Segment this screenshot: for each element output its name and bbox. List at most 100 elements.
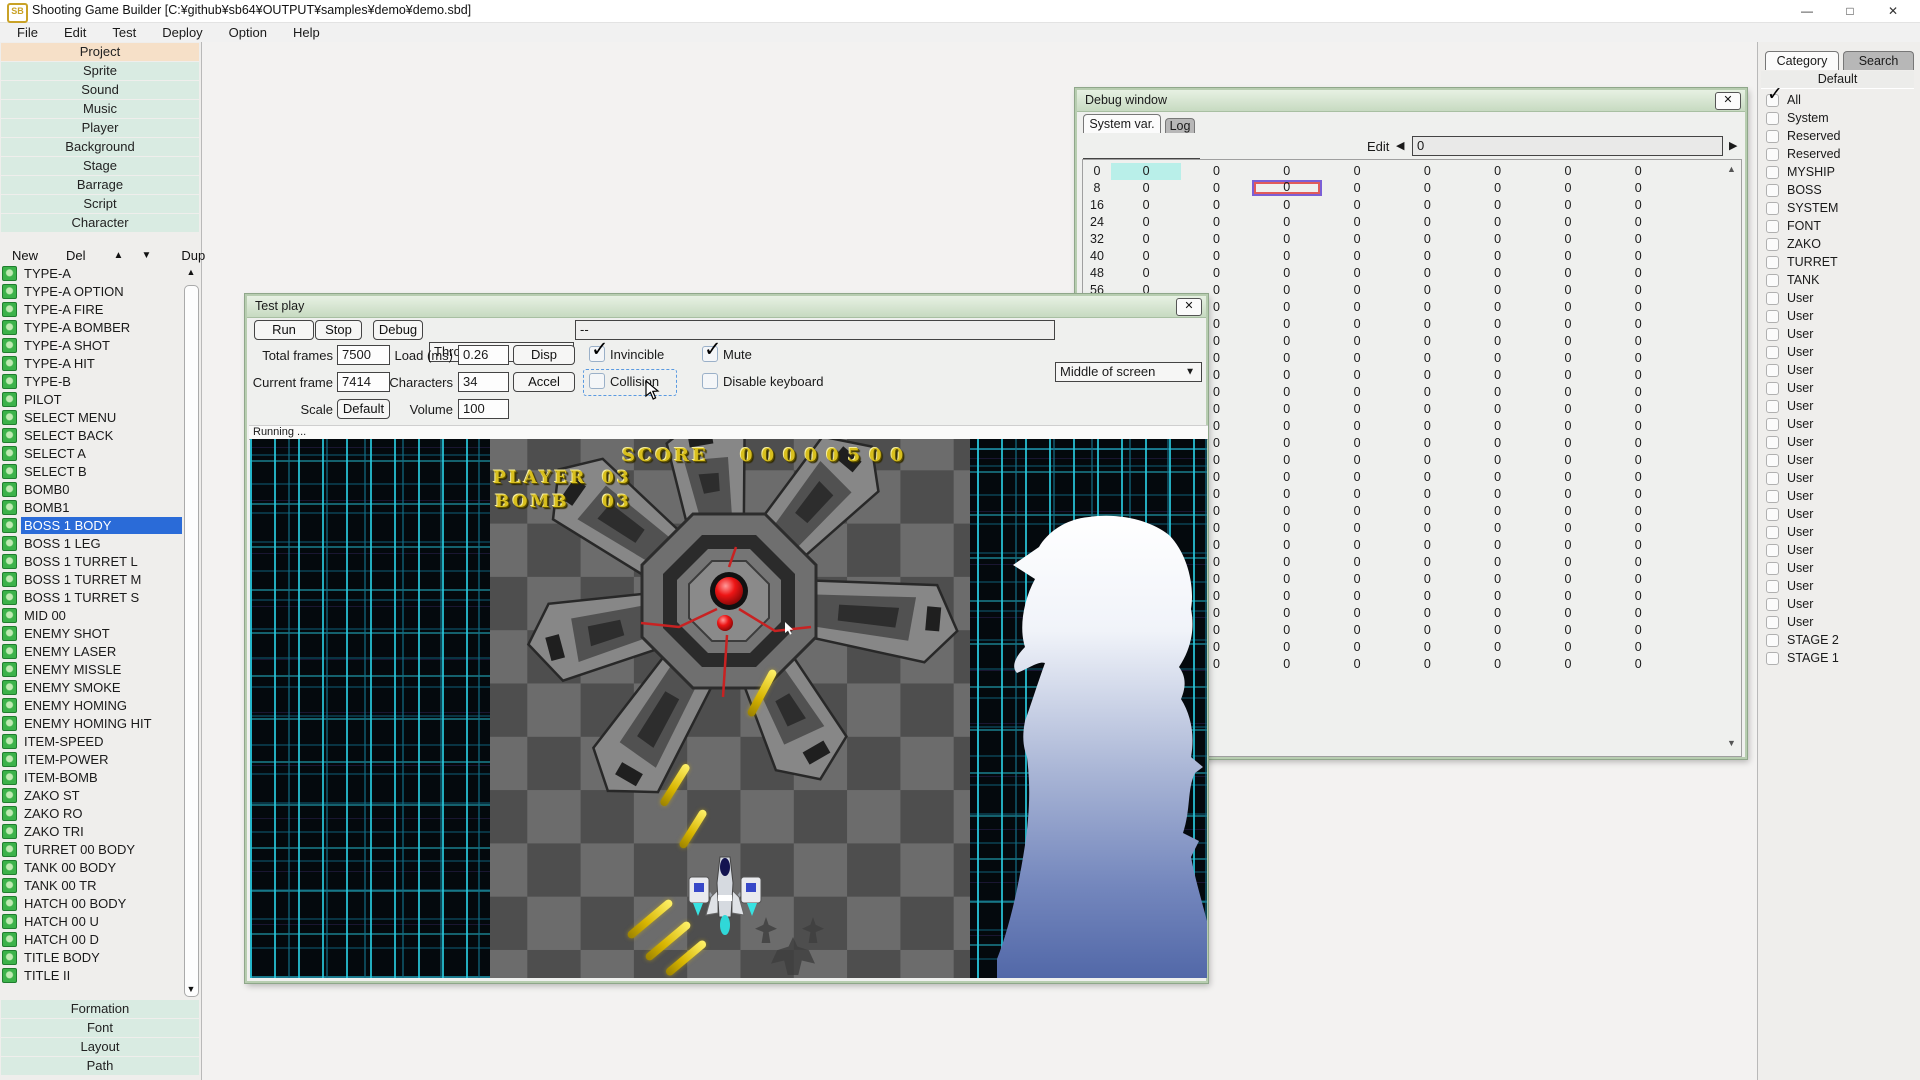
filter-item[interactable]: SYSTEM	[1766, 199, 1916, 217]
table-cell[interactable]: 0	[1462, 299, 1532, 316]
table-scroll-down-icon[interactable]: ▼	[1725, 738, 1738, 748]
table-cell[interactable]: 0	[1322, 248, 1392, 265]
table-cell[interactable]: 0	[1603, 282, 1673, 299]
checkbox[interactable]	[1766, 256, 1779, 269]
table-cell[interactable]: 0	[1392, 248, 1462, 265]
table-cell[interactable]: 0	[1392, 469, 1462, 486]
filter-item[interactable]: MYSHIP	[1766, 163, 1916, 181]
table-cell[interactable]: 0	[1462, 265, 1532, 282]
table-cell[interactable]: 0	[1533, 639, 1603, 656]
debug-close-button[interactable]: ✕	[1715, 92, 1741, 110]
sprite-list-item[interactable]: ENEMY LASER	[2, 642, 182, 660]
table-cell[interactable]: 0	[1322, 418, 1392, 435]
filter-item[interactable]: User	[1766, 595, 1916, 613]
table-cell[interactable]: 0	[1392, 316, 1462, 333]
table-cell[interactable]: 0	[1252, 452, 1322, 469]
screen-position-dropdown[interactable]: Middle of screen ▼	[1055, 362, 1202, 382]
table-cell[interactable]: 0	[1392, 639, 1462, 656]
table-cell[interactable]: 0	[1392, 197, 1462, 214]
table-cell[interactable]: 0	[1533, 571, 1603, 588]
sprite-list-item[interactable]: BOSS 1 BODY	[2, 516, 182, 534]
filter-item[interactable]: TANK	[1766, 271, 1916, 289]
panel-button-path[interactable]: Path	[1, 1057, 199, 1075]
checkbox[interactable]	[1766, 400, 1779, 413]
checkbox[interactable]	[1766, 544, 1779, 557]
table-cell[interactable]: 0	[1181, 265, 1251, 282]
filter-item[interactable]: User	[1766, 523, 1916, 541]
table-cell[interactable]: 0	[1462, 554, 1532, 571]
checkbox[interactable]	[1766, 580, 1779, 593]
table-cell[interactable]: 0	[1252, 265, 1322, 282]
sprite-list-item[interactable]: BOSS 1 TURRET S	[2, 588, 182, 606]
table-cell[interactable]: 0	[1462, 401, 1532, 418]
table-cell[interactable]: 0	[1111, 265, 1181, 282]
list-scroll-up-icon[interactable]: ▲	[184, 266, 198, 278]
table-cell[interactable]: 0	[1322, 180, 1392, 197]
checkbox[interactable]	[1766, 562, 1779, 575]
table-cell[interactable]: 0	[1603, 520, 1673, 537]
table-cell[interactable]: 0	[1462, 537, 1532, 554]
checkbox[interactable]	[1766, 328, 1779, 341]
table-cell[interactable]: 0	[1322, 231, 1392, 248]
table-cell[interactable]: 0	[1462, 452, 1532, 469]
characters-field[interactable]: 34	[458, 372, 509, 392]
move-down-button[interactable]: ▼	[141, 250, 151, 261]
table-cell[interactable]: 0	[1252, 316, 1322, 333]
menu-deploy[interactable]: Deploy	[149, 23, 215, 42]
filter-item[interactable]: User	[1766, 325, 1916, 343]
table-cell[interactable]: 0	[1252, 435, 1322, 452]
checkbox[interactable]	[1766, 238, 1779, 251]
table-cell[interactable]: 0	[1252, 656, 1322, 673]
table-cell[interactable]: 0	[1111, 214, 1181, 231]
table-cell[interactable]: 0	[1462, 180, 1532, 197]
table-cell[interactable]: 0	[1533, 367, 1603, 384]
table-cell[interactable]: 0	[1392, 367, 1462, 384]
table-cell[interactable]: 0	[1111, 180, 1181, 197]
filter-item[interactable]: User	[1766, 307, 1916, 325]
table-cell[interactable]: 0	[1533, 265, 1603, 282]
table-cell[interactable]: 0	[1603, 469, 1673, 486]
table-cell[interactable]: 0	[1392, 401, 1462, 418]
checkbox[interactable]	[1766, 130, 1779, 143]
checkbox-mute[interactable]: ✓	[702, 346, 718, 362]
maximize-button[interactable]: □	[1833, 0, 1867, 22]
sprite-list-item[interactable]: ENEMY HOMING	[2, 696, 182, 714]
table-cell[interactable]: 0	[1603, 231, 1673, 248]
checkbox[interactable]	[1766, 202, 1779, 215]
sprite-list-item[interactable]: TYPE-A BOMBER	[2, 318, 182, 336]
filter-item[interactable]: ZAKO	[1766, 235, 1916, 253]
table-cell[interactable]: 0	[1462, 350, 1532, 367]
table-cell[interactable]: 0	[1462, 605, 1532, 622]
category-button-barrage[interactable]: Barrage	[1, 176, 199, 194]
checkbox[interactable]	[1766, 526, 1779, 539]
move-up-button[interactable]: ▲	[114, 250, 124, 261]
edit-next-icon[interactable]: ▶	[1729, 139, 1737, 152]
minimize-button[interactable]: —	[1790, 0, 1824, 22]
checkbox[interactable]	[1766, 598, 1779, 611]
table-cell[interactable]: 0	[1392, 384, 1462, 401]
table-cell[interactable]: 0	[1533, 435, 1603, 452]
debug-window-titlebar[interactable]: Debug window ✕	[1077, 90, 1745, 112]
sprite-list-item[interactable]: ZAKO TRI	[2, 822, 182, 840]
table-cell[interactable]: 0	[1392, 265, 1462, 282]
table-cell[interactable]: 0	[1252, 622, 1322, 639]
disp-button[interactable]: Disp	[513, 345, 575, 365]
sprite-list-item[interactable]: TYPE-A FIRE	[2, 300, 182, 318]
sprite-list-item[interactable]: SELECT BACK	[2, 426, 182, 444]
table-cell[interactable]: 0	[1603, 418, 1673, 435]
table-cell[interactable]: 0	[1252, 486, 1322, 503]
sprite-list-item[interactable]: HATCH 00 U	[2, 912, 182, 930]
table-cell[interactable]: 0	[1462, 639, 1532, 656]
table-cell[interactable]: 0	[1392, 622, 1462, 639]
checkbox[interactable]	[1766, 454, 1779, 467]
sprite-list-item[interactable]: BOSS 1 LEG	[2, 534, 182, 552]
checkbox[interactable]	[1766, 220, 1779, 233]
checkbox[interactable]	[1766, 418, 1779, 431]
filter-item[interactable]: User	[1766, 361, 1916, 379]
filter-item[interactable]: User	[1766, 289, 1916, 307]
table-cell[interactable]: 0	[1252, 503, 1322, 520]
category-button-stage[interactable]: Stage	[1, 157, 199, 175]
panel-button-formation[interactable]: Formation	[1, 1000, 199, 1018]
list-scrollbar[interactable]	[184, 285, 199, 997]
checkbox[interactable]	[1766, 472, 1779, 485]
